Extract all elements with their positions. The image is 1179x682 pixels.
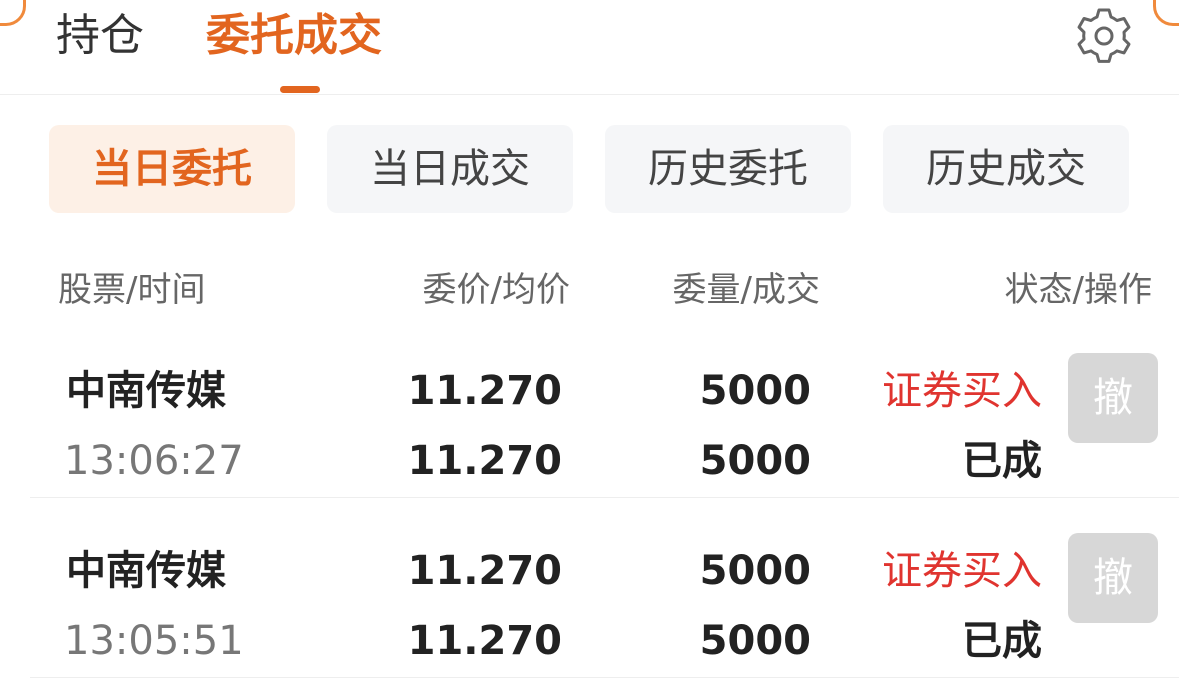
average-price: 11.270	[407, 438, 562, 484]
segment-today-orders[interactable]: 当日委托	[49, 125, 295, 213]
average-price: 11.270	[407, 618, 562, 664]
order-quantity: 5000	[699, 548, 811, 594]
row-divider	[30, 677, 1179, 678]
order-row[interactable]: 中南传媒 13:06:27 11.270 11.270 5000 5000 证券…	[0, 353, 1179, 498]
orders-screen: 持仓 委托成交 当日委托 当日成交 历史委托 历史成交 股票/时间 委价/均价 …	[0, 0, 1179, 682]
order-status: 已成	[962, 618, 1042, 664]
order-price: 11.270	[407, 368, 562, 414]
order-row[interactable]: 中南传媒 13:05:51 11.270 11.270 5000 5000 证券…	[0, 533, 1179, 678]
filled-quantity: 5000	[699, 438, 811, 484]
segment-today-trades[interactable]: 当日成交	[327, 125, 573, 213]
segment-history-orders[interactable]: 历史委托	[605, 125, 851, 213]
stock-name: 中南传媒	[66, 368, 226, 414]
tab-orders-trades[interactable]: 委托成交	[206, 8, 382, 64]
top-tab-bar: 持仓 委托成交	[0, 0, 1179, 95]
stock-name: 中南传媒	[66, 548, 226, 594]
gear-icon[interactable]	[1074, 6, 1134, 66]
order-time: 13:05:51	[64, 618, 244, 664]
cancel-order-button[interactable]: 撤	[1068, 353, 1158, 443]
row-divider	[30, 497, 1179, 498]
order-price: 11.270	[407, 548, 562, 594]
active-tab-indicator	[280, 86, 320, 93]
order-type: 证券买入	[882, 368, 1042, 414]
order-status: 已成	[962, 438, 1042, 484]
header-status-action: 状态/操作	[1004, 270, 1152, 310]
header-stock-time: 股票/时间	[58, 270, 206, 310]
filled-quantity: 5000	[699, 618, 811, 664]
order-type: 证券买入	[882, 548, 1042, 594]
order-quantity: 5000	[699, 368, 811, 414]
header-quantity: 委量/成交	[672, 270, 820, 310]
order-time: 13:06:27	[64, 438, 244, 484]
segment-history-trades[interactable]: 历史成交	[883, 125, 1129, 213]
header-price: 委价/均价	[422, 270, 570, 310]
tab-positions[interactable]: 持仓	[56, 8, 144, 64]
cancel-order-button[interactable]: 撤	[1068, 533, 1158, 623]
